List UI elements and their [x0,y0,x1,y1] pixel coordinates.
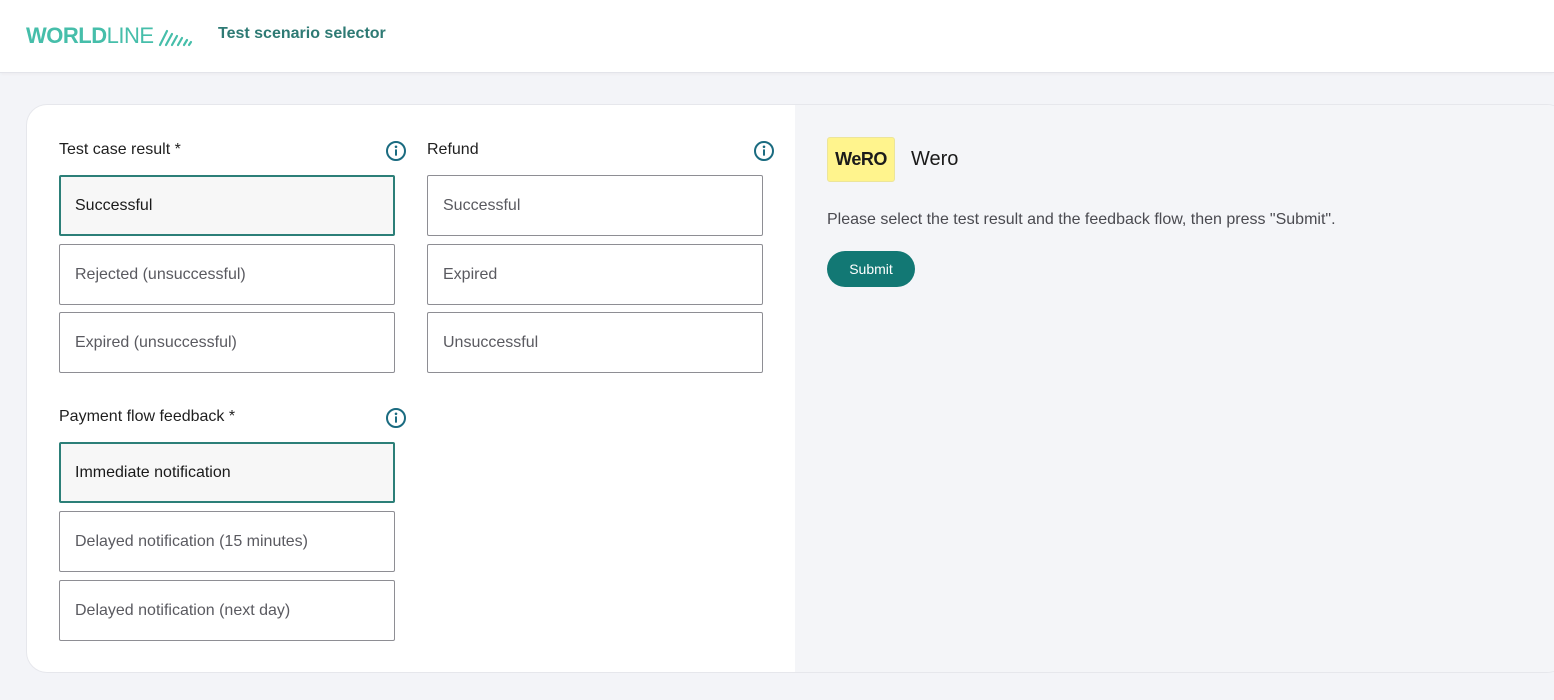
worldline-logo[interactable]: WORLD LINE [26,22,194,50]
payment-method-panel: WeRO Wero Please select the test result … [795,105,1554,672]
info-icon[interactable] [753,140,775,162]
app-title: Test scenario selector [218,25,386,42]
top-bar: WORLD LINE Test scenario selector [0,0,1554,73]
test-case-option-expired[interactable]: Expired (unsuccessful) [59,312,395,373]
payment-flow-option-delayed-15min[interactable]: Delayed notification (15 minutes) [59,511,395,572]
info-icon[interactable] [385,140,407,162]
logo-text-bold: WORLD [26,23,107,48]
test-case-option-rejected[interactable]: Rejected (unsuccessful) [59,244,395,305]
payment-method-header: WeRO Wero [827,137,958,182]
refund-option-successful[interactable]: Successful [427,175,763,236]
test-case-result-label: Test case result * [59,141,181,158]
test-case-option-successful[interactable]: Successful [59,175,395,236]
logo-text-light: LINE [106,23,154,48]
submit-button[interactable]: Submit [827,251,915,287]
payment-flow-feedback-label: Payment flow feedback * [59,408,236,425]
scenario-card: Test case result * Successful Rejected (… [27,105,1554,672]
refund-option-expired[interactable]: Expired [427,244,763,305]
info-icon[interactable] [385,407,407,429]
payment-flow-feedback-group: Payment flow feedback * Immediate notifi… [59,405,406,645]
refund-label: Refund [427,141,479,158]
test-case-result-group: Test case result * Successful Rejected (… [59,138,406,378]
worldline-logo-icon [158,29,192,47]
instructions-text: Please select the test result and the fe… [827,211,1336,228]
refund-option-unsuccessful[interactable]: Unsuccessful [427,312,763,373]
refund-group: Refund Successful Expired Unsuccessful [427,138,774,378]
payment-method-name: Wero [911,148,959,170]
payment-flow-option-delayed-next-day[interactable]: Delayed notification (next day) [59,580,395,641]
payment-flow-option-immediate[interactable]: Immediate notification [59,442,395,503]
wero-logo: WeRO [827,137,895,182]
